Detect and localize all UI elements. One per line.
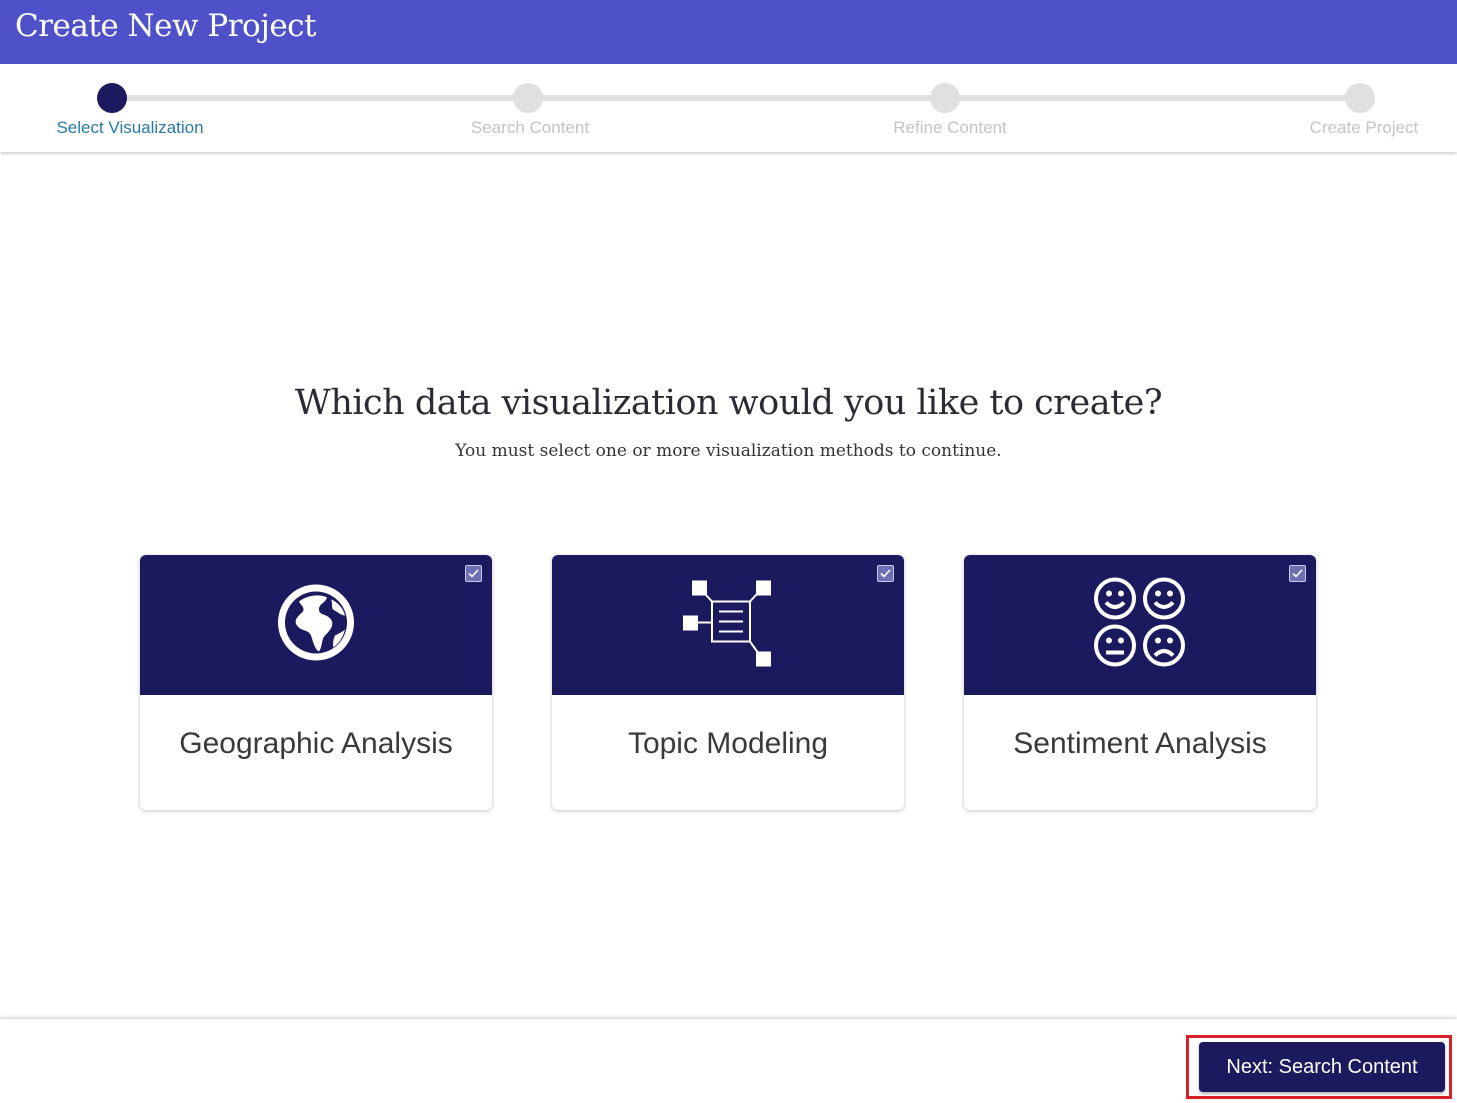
app-header: Create New Project xyxy=(0,0,1457,64)
step-label-select-visualization[interactable]: Select Visualization xyxy=(56,118,203,138)
card-header xyxy=(552,555,904,695)
instruction-text: You must select one or more visualizatio… xyxy=(455,441,1002,461)
card-topic-modeling[interactable]: Topic Modeling xyxy=(552,555,904,810)
card-checkbox[interactable] xyxy=(1289,565,1306,582)
card-label: Sentiment Analysis xyxy=(1013,727,1267,760)
card-header xyxy=(140,555,492,695)
next-search-content-button[interactable]: Next: Search Content xyxy=(1199,1042,1445,1092)
question-heading: Which data visualization would you like … xyxy=(294,383,1163,423)
step-label-create-project[interactable]: Create Project xyxy=(1310,118,1419,138)
card-checkbox[interactable] xyxy=(877,565,894,582)
card-checkbox[interactable] xyxy=(465,565,482,582)
topic-network-icon xyxy=(682,577,774,674)
stepper-track xyxy=(112,95,1360,101)
page-title: Create New Project xyxy=(15,8,317,44)
globe-icon xyxy=(275,582,357,669)
footer-bar: Next: Search Content xyxy=(0,1019,1457,1103)
step-dot-refine-content[interactable] xyxy=(930,83,960,113)
sentiment-faces-icon xyxy=(1092,577,1188,674)
step-dot-search-content[interactable] xyxy=(513,83,543,113)
progress-stepper: Select Visualization Search Content Refi… xyxy=(0,64,1457,152)
card-label: Geographic Analysis xyxy=(179,727,453,760)
checkmark-icon xyxy=(880,565,891,583)
step-dot-select-visualization[interactable] xyxy=(97,83,127,113)
card-label: Topic Modeling xyxy=(627,727,829,760)
next-button-highlight: Next: Search Content xyxy=(1186,1035,1452,1099)
step-dot-create-project[interactable] xyxy=(1345,83,1375,113)
step-label-refine-content[interactable]: Refine Content xyxy=(893,118,1006,138)
checkmark-icon xyxy=(468,565,479,583)
card-sentiment-analysis[interactable]: Sentiment Analysis xyxy=(964,555,1316,810)
card-header xyxy=(964,555,1316,695)
checkmark-icon xyxy=(1292,565,1303,583)
step-label-search-content[interactable]: Search Content xyxy=(471,118,589,138)
card-geographic-analysis[interactable]: Geographic Analysis xyxy=(140,555,492,810)
